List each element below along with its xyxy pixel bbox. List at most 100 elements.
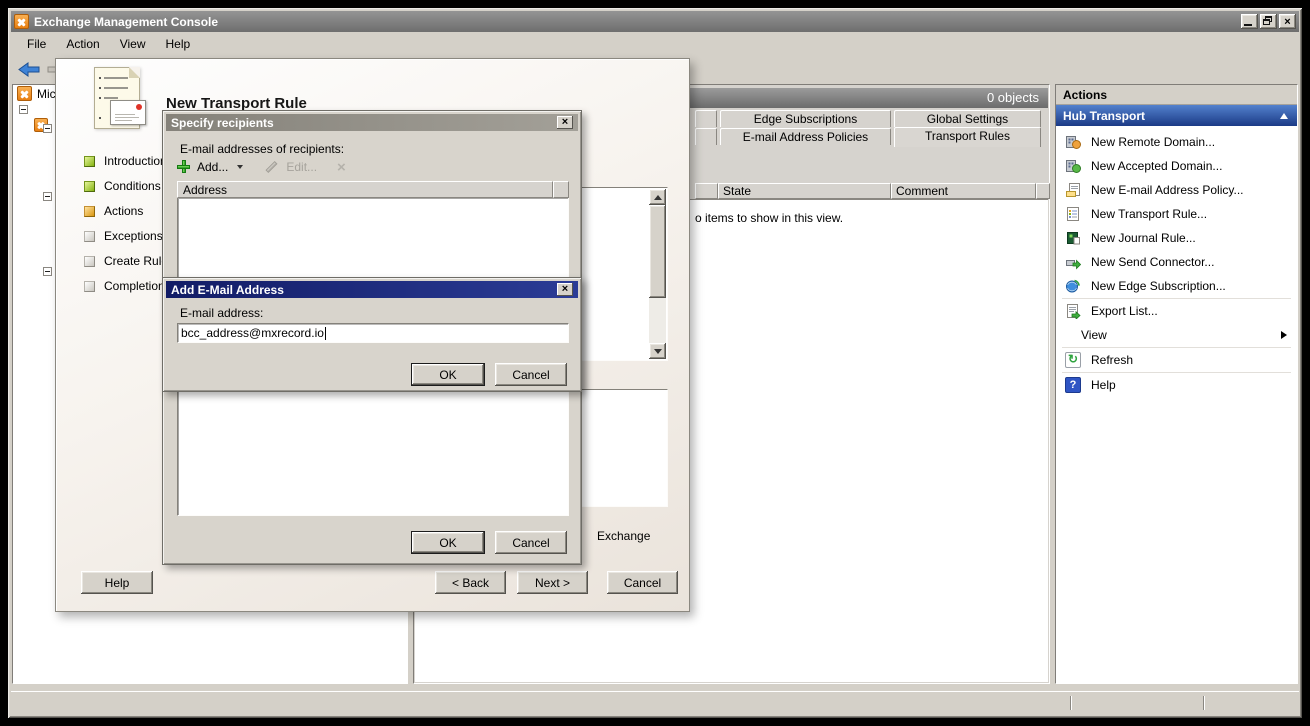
menu-file[interactable]: File (17, 34, 56, 54)
dialog-titlebar[interactable]: Add E-Mail Address × (166, 281, 578, 298)
action-export-list[interactable]: Export List... (1056, 299, 1297, 323)
tree-root-icon (17, 86, 32, 101)
menu-help[interactable]: Help (156, 34, 201, 54)
email-address-label: E-mail address: (180, 306, 263, 320)
add-icon (177, 160, 192, 175)
close-icon: × (562, 283, 568, 295)
edge-subscription-icon (1065, 278, 1081, 294)
cancel-button[interactable]: Cancel (607, 571, 678, 594)
help-button[interactable]: Help (81, 571, 153, 594)
empty-list-text: o items to show in this view. (695, 211, 843, 225)
step-done-icon (84, 156, 95, 167)
text-caret (325, 327, 326, 340)
action-new-email-address-policy[interactable]: New E-mail Address Policy... (1056, 178, 1297, 202)
ok-button[interactable]: OK (411, 531, 485, 554)
close-button[interactable]: × (1279, 14, 1296, 29)
submenu-arrow-icon (1281, 331, 1287, 339)
cancel-button[interactable]: Cancel (495, 531, 567, 554)
transport-rule-icon (1065, 206, 1081, 222)
action-view[interactable]: View (1056, 323, 1297, 347)
email-address-input[interactable]: bcc_address@mxrecord.io (177, 323, 569, 343)
send-connector-icon (1065, 254, 1081, 270)
minimize-button[interactable] (1241, 14, 1258, 29)
dialog-titlebar[interactable]: Specify recipients × (166, 114, 578, 131)
address-column-header[interactable]: Address (177, 181, 553, 198)
wizard-page-icon (94, 67, 140, 129)
scroll-down-button[interactable] (649, 343, 666, 359)
cancel-button[interactable]: Cancel (495, 363, 567, 386)
export-list-icon (1065, 303, 1081, 319)
scroll-up-button[interactable] (649, 189, 666, 205)
wizard-step-exceptions: Exceptions (84, 229, 163, 243)
back-icon[interactable] (18, 61, 41, 78)
wizard-step-introduction: Introduction (84, 154, 167, 168)
tree-expander-icon[interactable] (43, 124, 52, 133)
actions-pane: Actions Hub Transport New Remote Domain.… (1055, 84, 1298, 684)
back-button[interactable]: < Back (435, 571, 506, 594)
column-header-stub[interactable] (1036, 183, 1050, 199)
close-button[interactable]: × (557, 283, 573, 296)
add-button[interactable]: Add... (197, 160, 228, 174)
menu-bar: File Action View Help (11, 32, 1299, 55)
step-todo-icon (84, 231, 95, 242)
tab-stub[interactable] (695, 110, 717, 127)
tab-edge-subscriptions[interactable]: Edge Subscriptions (720, 110, 891, 127)
hub-transport-group-header[interactable]: Hub Transport (1056, 105, 1297, 126)
edit-icon (266, 161, 278, 173)
restore-button[interactable] (1260, 14, 1277, 29)
column-header-stub[interactable] (695, 183, 718, 199)
tab-global-settings[interactable]: Global Settings (894, 110, 1041, 127)
status-divider (1203, 696, 1205, 710)
step-done-icon (84, 181, 95, 192)
tab-email-address-policies[interactable]: E-mail Address Policies (720, 128, 891, 145)
close-button[interactable]: × (557, 116, 573, 129)
recipients-label: E-mail addresses of recipients: (180, 142, 344, 156)
tab-stub[interactable] (695, 128, 717, 145)
action-new-journal-rule[interactable]: New Journal Rule... (1056, 226, 1297, 250)
scroll-down-icon (654, 349, 662, 354)
column-header-state[interactable]: State (718, 183, 891, 199)
wizard-text-fragment: Exchange (597, 529, 650, 543)
dialog-title: Add E-Mail Address (171, 283, 284, 297)
accepted-domain-icon (1065, 158, 1081, 174)
tree-expander-icon[interactable] (43, 192, 52, 201)
step-todo-icon (84, 281, 95, 292)
wizard-step-completion: Completion (84, 279, 165, 293)
wizard-step-conditions: Conditions (84, 179, 161, 193)
action-refresh[interactable]: ↻ Refresh (1056, 348, 1297, 372)
action-new-accepted-domain[interactable]: New Accepted Domain... (1056, 154, 1297, 178)
next-button[interactable]: Next > (517, 571, 588, 594)
recipients-toolbar: Add... Edit... × (177, 159, 346, 175)
envelope-icon (110, 100, 146, 125)
delete-icon[interactable]: × (337, 159, 346, 176)
column-header-comment[interactable]: Comment (891, 183, 1036, 199)
wizard-step-actions: Actions (84, 204, 143, 218)
scrollbar-thumb[interactable] (649, 205, 666, 298)
status-bar (11, 691, 1299, 713)
column-header-stub[interactable] (553, 181, 569, 198)
action-new-remote-domain[interactable]: New Remote Domain... (1056, 130, 1297, 154)
minimize-icon (1244, 24, 1252, 26)
close-icon: × (1284, 16, 1290, 28)
tree-expander-icon[interactable] (19, 105, 28, 114)
menu-action[interactable]: Action (56, 34, 109, 54)
action-new-send-connector[interactable]: New Send Connector... (1056, 250, 1297, 274)
email-policy-icon (1065, 182, 1081, 198)
collapse-icon (1280, 113, 1288, 119)
tree-expander-icon[interactable] (43, 267, 52, 276)
action-new-transport-rule[interactable]: New Transport Rule... (1056, 202, 1297, 226)
window-titlebar[interactable]: Exchange Management Console × (11, 11, 1299, 32)
action-new-edge-subscription[interactable]: New Edge Subscription... (1056, 274, 1297, 298)
menu-view[interactable]: View (110, 34, 156, 54)
add-dropdown-icon[interactable] (237, 165, 243, 169)
scrollbar[interactable] (649, 189, 666, 359)
ok-button[interactable]: OK (411, 363, 485, 386)
journal-rule-icon (1065, 230, 1081, 246)
tab-transport-rules[interactable]: Transport Rules (894, 127, 1041, 147)
action-help[interactable]: ? Help (1056, 373, 1297, 397)
edit-button[interactable]: Edit... (286, 160, 317, 174)
remote-domain-icon (1065, 134, 1081, 150)
object-count: 0 objects (987, 90, 1039, 105)
status-divider (1070, 696, 1072, 710)
dialog-title: Specify recipients (171, 116, 274, 130)
